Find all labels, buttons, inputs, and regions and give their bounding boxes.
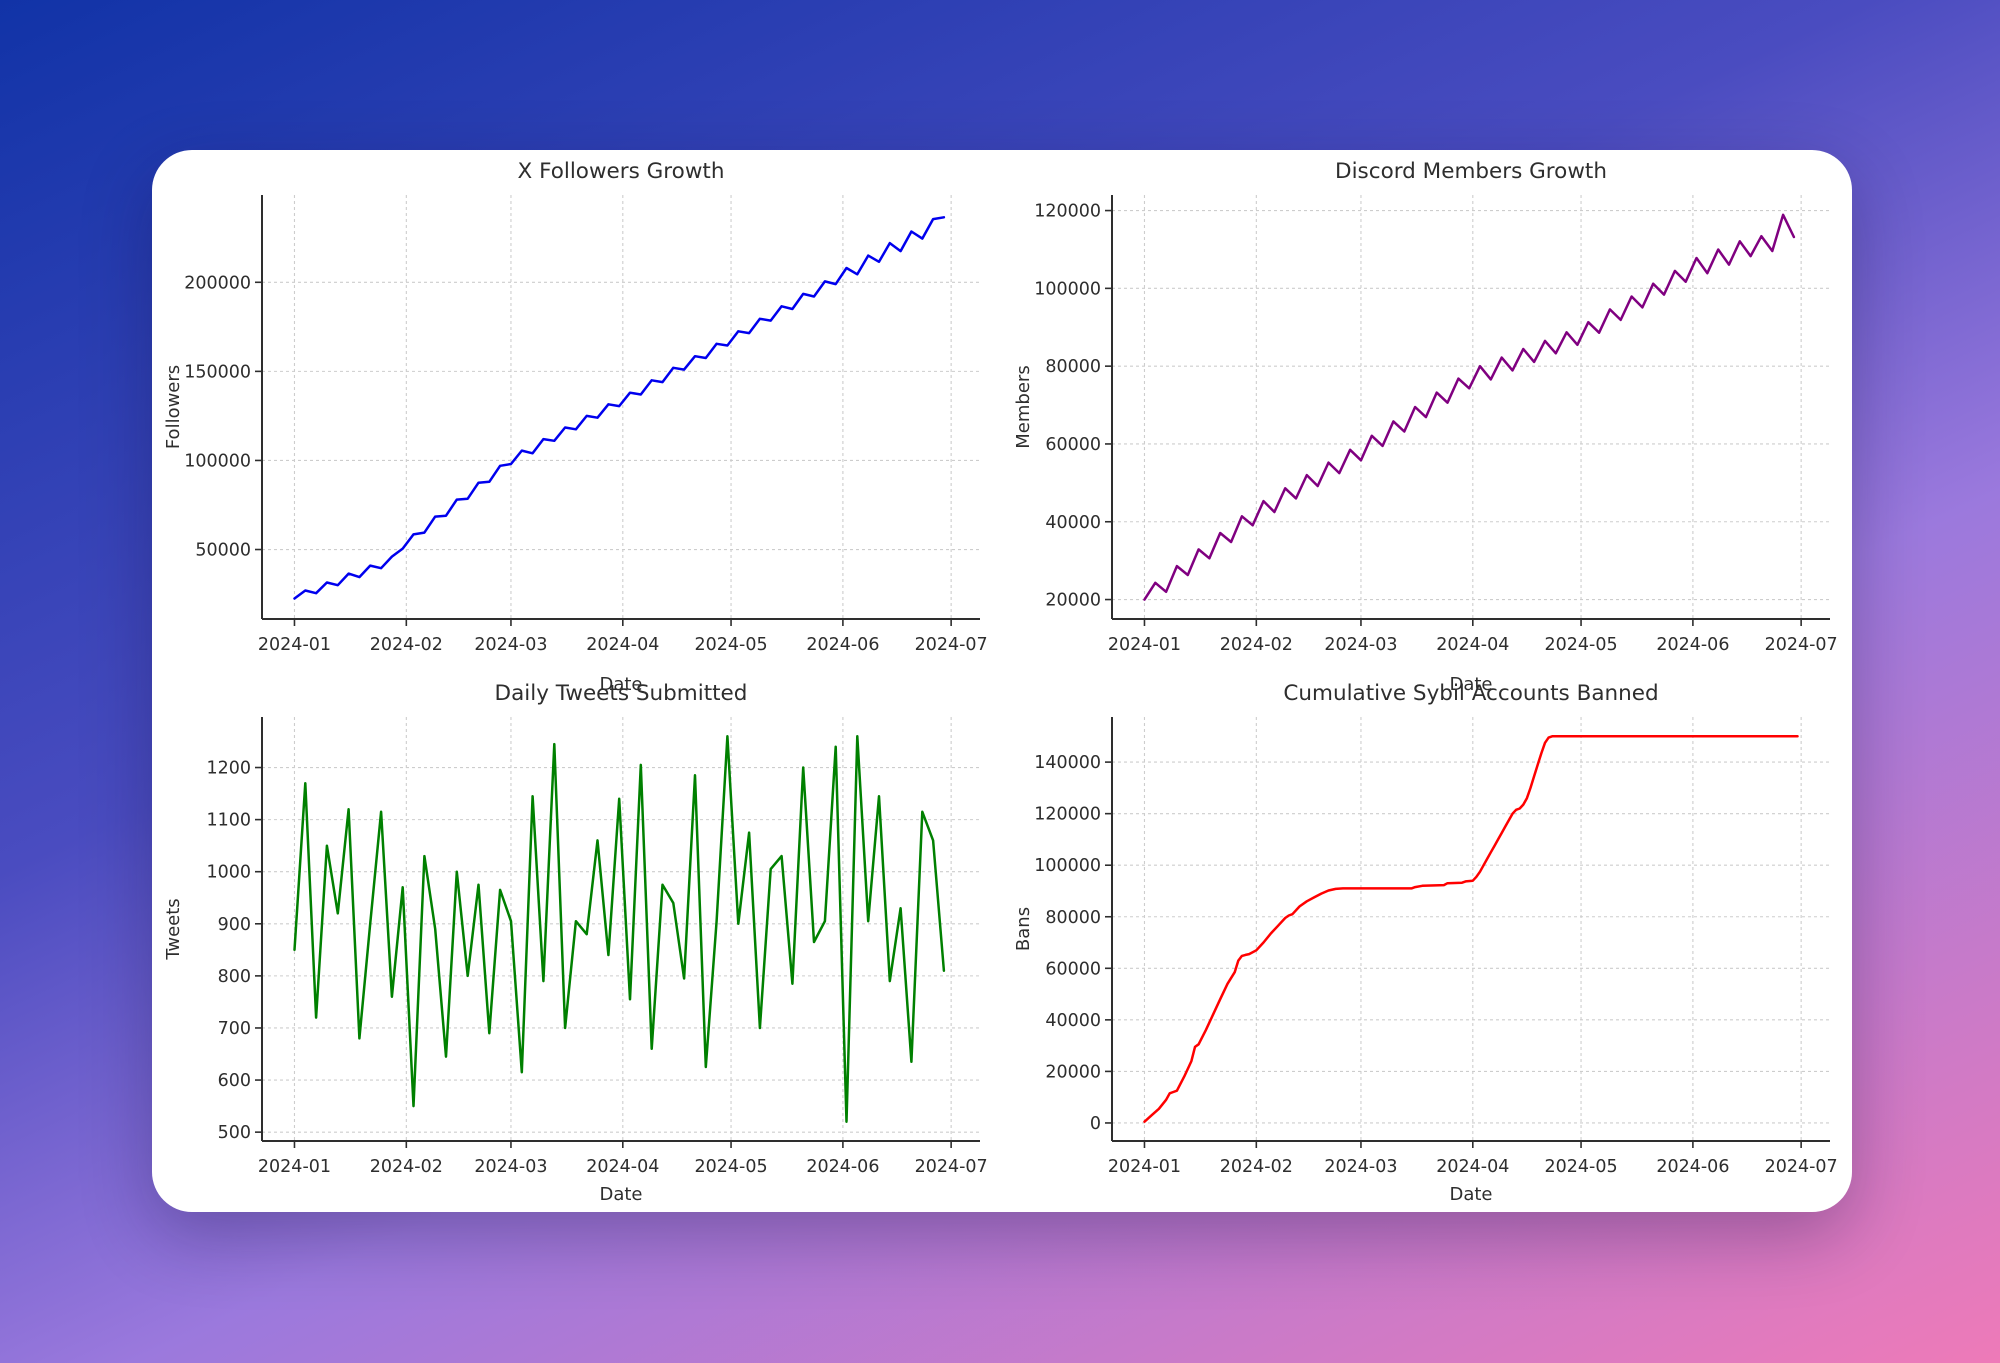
- x-tick-label: 2024-04: [586, 1157, 659, 1177]
- y-axis-label: Followers: [163, 365, 184, 449]
- y-tick-label: 900: [218, 915, 251, 935]
- x-tick-label: 2024-06: [806, 635, 879, 655]
- x-tick-label: 2024-04: [1436, 635, 1509, 655]
- x-tick-label: 2024-03: [1324, 635, 1397, 655]
- y-tick-label: 1100: [206, 811, 251, 831]
- x-tick-label: 2024-07: [915, 635, 988, 655]
- y-tick-label: 50000: [195, 541, 251, 561]
- y-tick-label: 40000: [1045, 1011, 1101, 1031]
- y-tick-label: 700: [218, 1019, 251, 1039]
- x-tick-label: 2024-02: [1220, 1157, 1293, 1177]
- x-tick-label: 2024-03: [474, 635, 547, 655]
- series-line: [1145, 736, 1798, 1121]
- x-tick-label: 2024-01: [1108, 1157, 1181, 1177]
- y-tick-label: 80000: [1045, 908, 1101, 928]
- y-tick-label: 140000: [1034, 753, 1101, 773]
- x-tick-label: 2024-02: [1220, 635, 1293, 655]
- chart-daily-tweets-submitted: 2024-01 2024-02 2024-03 2024-04 2024-05 2024-…: [163, 681, 988, 1205]
- x-tick-label: 2024-03: [1324, 1157, 1397, 1177]
- chart-cumulative-sybil-accounts-banned: 2024-01 2024-02 2024-03 2024-04 2024-05 2024-…: [1013, 681, 1838, 1205]
- y-tick-label: 60000: [1045, 435, 1101, 455]
- background-gradient: 2024-01 2024-02 2024-03 2024-04 2024-05 2024-…: [0, 0, 2000, 1363]
- y-tick-label: 120000: [1034, 805, 1101, 825]
- x-tick-label: 2024-06: [806, 1157, 879, 1177]
- y-tick-label: 600: [218, 1071, 251, 1091]
- y-tick-label: 1000: [206, 863, 251, 883]
- x-tick-label: 2024-01: [258, 1157, 331, 1177]
- y-tick-label: 20000: [1045, 591, 1101, 611]
- x-axis-label: Date: [1449, 1184, 1492, 1205]
- x-tick-label: 2024-07: [915, 1157, 988, 1177]
- dashboard-card: 2024-01 2024-02 2024-03 2024-04 2024-05 2024-…: [152, 150, 1852, 1212]
- y-axis-label: Bans: [1013, 907, 1034, 951]
- x-tick-label: 2024-03: [474, 1157, 547, 1177]
- chart-title: X Followers Growth: [518, 159, 725, 184]
- y-tick-label: 100000: [1034, 856, 1101, 876]
- x-tick-label: 2024-05: [694, 1157, 767, 1177]
- y-tick-label: 500: [218, 1123, 251, 1143]
- series-line: [295, 736, 944, 1121]
- x-tick-label: 2024-07: [1765, 1157, 1838, 1177]
- y-axis-label: Members: [1013, 365, 1034, 448]
- y-tick-label: 120000: [1034, 202, 1101, 222]
- x-tick-label: 2024-01: [1108, 635, 1181, 655]
- x-tick-label: 2024-06: [1656, 635, 1729, 655]
- y-tick-label: 80000: [1045, 357, 1101, 377]
- series-line: [1145, 215, 1794, 600]
- chart-title: Daily Tweets Submitted: [495, 681, 748, 706]
- x-tick-label: 2024-05: [1544, 635, 1617, 655]
- y-tick-label: 40000: [1045, 513, 1101, 533]
- y-tick-label: 200000: [184, 273, 251, 293]
- y-tick-label: 800: [218, 967, 251, 987]
- y-tick-label: 150000: [184, 362, 251, 382]
- chart-title: Discord Members Growth: [1335, 159, 1607, 184]
- x-tick-label: 2024-06: [1656, 1157, 1729, 1177]
- x-tick-label: 2024-05: [694, 635, 767, 655]
- charts-canvas: 2024-01 2024-02 2024-03 2024-04 2024-05 2024-…: [152, 150, 1852, 1212]
- chart-x-followers-growth: 2024-01 2024-02 2024-03 2024-04 2024-05 2024-…: [163, 159, 988, 695]
- x-tick-label: 2024-02: [370, 1157, 443, 1177]
- x-tick-label: 2024-02: [370, 635, 443, 655]
- y-tick-label: 0: [1090, 1114, 1101, 1134]
- x-tick-label: 2024-01: [258, 635, 331, 655]
- x-tick-label: 2024-07: [1765, 635, 1838, 655]
- chart-discord-members-growth: 2024-01 2024-02 2024-03 2024-04 2024-05 2024-…: [1013, 159, 1838, 695]
- series-line: [295, 217, 944, 598]
- y-tick-label: 100000: [1034, 279, 1101, 299]
- x-tick-label: 2024-04: [1436, 1157, 1509, 1177]
- x-axis-label: Date: [599, 1184, 642, 1205]
- x-tick-label: 2024-04: [586, 635, 659, 655]
- y-tick-label: 60000: [1045, 959, 1101, 979]
- chart-title: Cumulative Sybil Accounts Banned: [1283, 681, 1658, 706]
- x-tick-label: 2024-05: [1544, 1157, 1617, 1177]
- y-tick-label: 1200: [206, 759, 251, 779]
- y-tick-label: 20000: [1045, 1062, 1101, 1082]
- y-axis-label: Tweets: [163, 898, 184, 960]
- y-tick-label: 100000: [184, 451, 251, 471]
